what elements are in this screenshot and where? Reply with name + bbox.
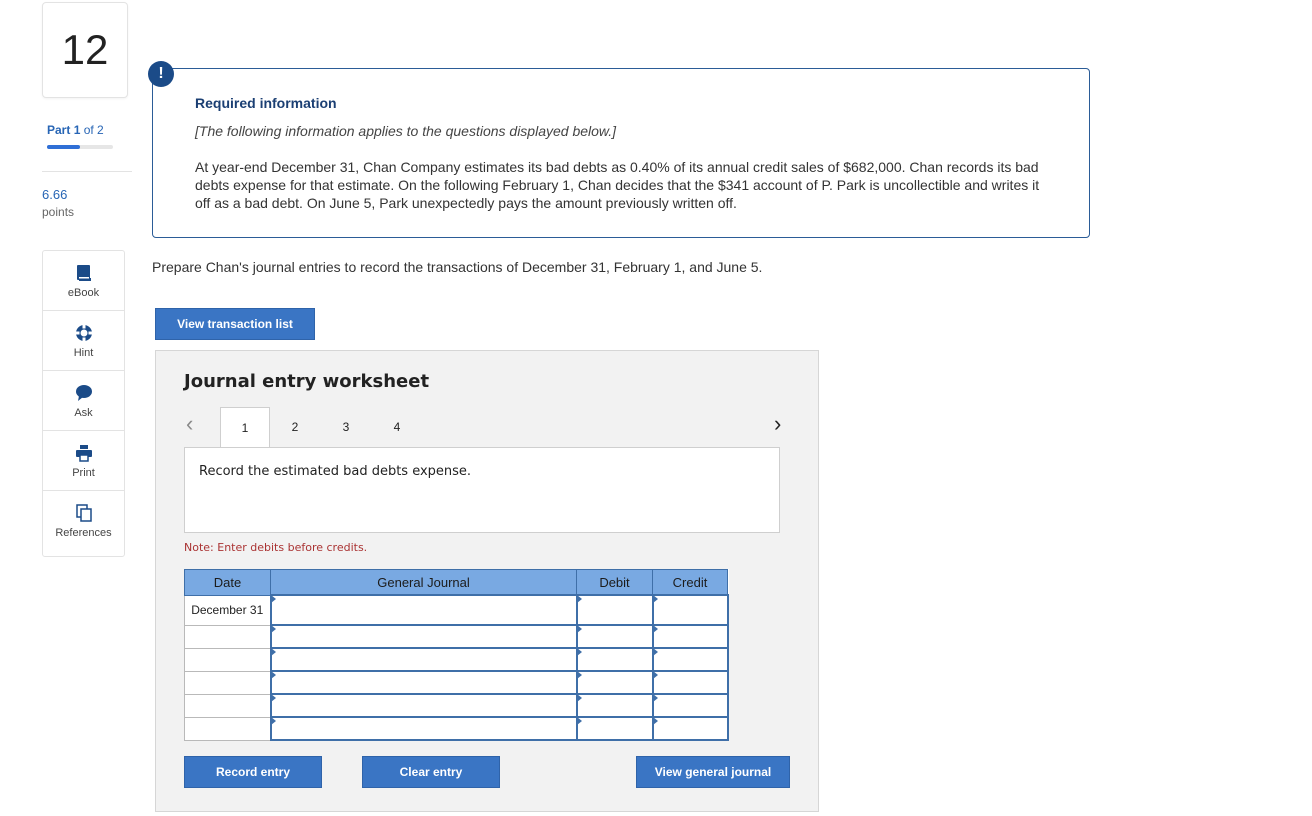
date-cell [184,670,271,695]
tool-label: Print [72,467,95,479]
debit-input[interactable] [575,624,654,649]
debit-input[interactable] [575,647,654,672]
points-label: points [42,205,75,219]
tool-ask[interactable]: Ask [43,371,124,431]
tab-2[interactable]: 2 [270,407,320,447]
table-row: December 31 [184,594,729,626]
info-subtitle: [The following information applies to th… [195,123,617,139]
credit-input[interactable] [651,670,729,695]
view-transaction-list-button[interactable]: View transaction list [155,308,315,340]
tool-label: Hint [73,347,94,359]
table-row [184,716,729,741]
table-row [184,624,729,649]
part-indicator: Part 1 of 2 [47,123,104,137]
tool-references[interactable]: References [43,491,124,552]
credit-input[interactable] [651,624,729,649]
credit-input[interactable] [651,594,729,626]
lifebuoy-icon [74,323,94,343]
debit-input[interactable] [575,716,654,741]
debit-input[interactable] [575,670,654,695]
worksheet-title: Journal entry worksheet [184,371,430,392]
part-label: Part [47,123,71,137]
credit-input[interactable] [651,716,729,741]
column-header-date: Date [184,569,271,596]
debit-input[interactable] [575,693,654,718]
divider [42,171,132,172]
question-prompt: Prepare Chan's journal entries to record… [152,259,763,275]
points-value: 6.66 [42,187,68,202]
debit-input[interactable] [575,594,654,626]
tools-panel: eBook Hint Ask Print References [42,250,125,557]
account-input[interactable] [269,670,578,695]
prev-arrow-icon[interactable]: ‹ [186,411,193,437]
tool-label: References [55,527,112,539]
account-input[interactable] [269,693,578,718]
journal-table: Date General Journal Debit Credit Decemb… [184,569,729,741]
required-information-box: Required information [The following info… [152,68,1090,238]
printer-icon [74,443,94,463]
tool-label: eBook [67,287,100,299]
tool-label: Ask [74,407,93,419]
column-header-debit: Debit [576,569,653,596]
part-current: 1 [73,123,81,137]
part-progress-bar [47,145,113,149]
chat-bubble-icon [74,383,94,403]
date-cell [184,647,271,672]
note-text: Note: Enter debits before credits. [184,541,368,554]
column-header-general-journal: General Journal [270,569,577,596]
instruction-text: Record the estimated bad debts expense. [199,464,472,479]
record-entry-button[interactable]: Record entry [184,756,322,788]
account-input[interactable] [269,624,578,649]
alert-icon: ! [148,61,174,87]
credit-input[interactable] [651,647,729,672]
tab-1[interactable]: 1 [220,407,270,447]
view-general-journal-button[interactable]: View general journal [636,756,790,788]
credit-input[interactable] [651,693,729,718]
copy-documents-icon [74,503,94,523]
date-cell [184,624,271,649]
tool-print[interactable]: Print [43,431,124,491]
account-input[interactable] [269,647,578,672]
date-cell: December 31 [184,594,271,626]
part-progress-fill [47,145,80,149]
account-input[interactable] [269,716,578,741]
tool-ebook[interactable]: eBook [43,251,124,311]
table-row [184,693,729,718]
journal-entry-worksheet: Journal entry worksheet ‹ 1 2 3 4 › Reco… [155,350,819,812]
book-icon [74,263,94,283]
instruction-box: Record the estimated bad debts expense. [184,447,780,533]
table-header-row: Date General Journal Debit Credit [184,569,728,596]
account-input[interactable] [269,594,578,626]
info-title: Required information [195,95,337,111]
table-row [184,647,729,672]
part-of-total: of 2 [83,123,104,137]
column-header-credit: Credit [652,569,728,596]
question-number: 12 [42,2,128,98]
tab-3[interactable]: 3 [321,407,371,447]
clear-entry-button[interactable]: Clear entry [362,756,500,788]
info-body: At year-end December 31, Chan Company es… [195,159,1040,211]
date-cell [184,693,271,718]
date-cell [184,716,271,741]
next-arrow-icon[interactable]: › [774,411,781,437]
table-row [184,670,729,695]
tab-4[interactable]: 4 [372,407,422,447]
tool-hint[interactable]: Hint [43,311,124,371]
